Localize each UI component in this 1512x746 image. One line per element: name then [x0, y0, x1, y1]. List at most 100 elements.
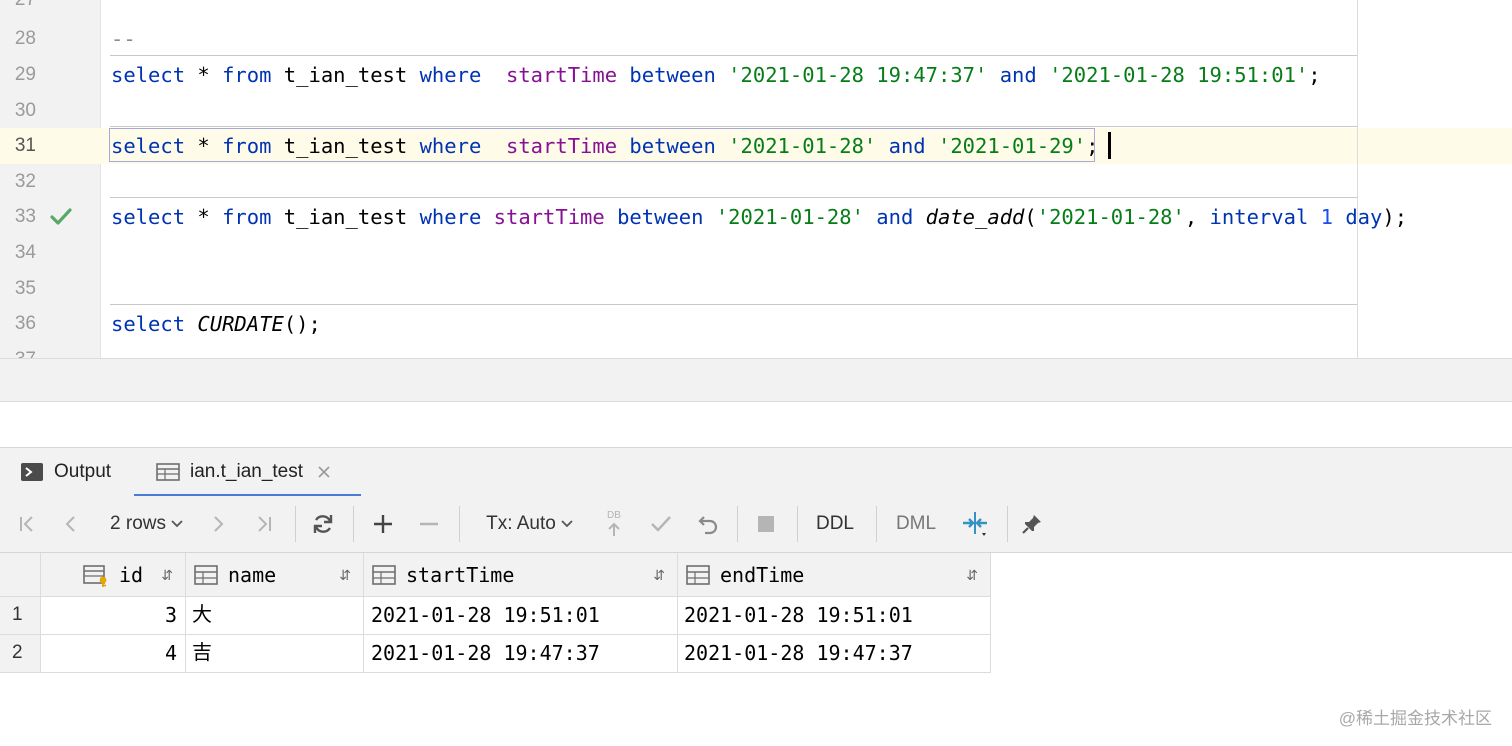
tab-result-table[interactable]: ian.t_ian_test — [134, 448, 361, 497]
submit-to-db-button[interactable]: DB — [598, 496, 630, 552]
editor-scroll-area[interactable] — [0, 358, 1512, 402]
chevron-right-icon — [214, 516, 224, 532]
code-token: , — [1184, 205, 1210, 229]
compare-button[interactable] — [958, 496, 992, 552]
close-icon[interactable] — [317, 465, 331, 479]
transaction-mode-dropdown[interactable]: Tx: Auto — [482, 496, 578, 552]
code-line-36[interactable]: 36 select CURDATE(); — [0, 306, 1512, 342]
undo-icon — [698, 516, 718, 535]
line-number: 27 — [0, 0, 36, 18]
chevron-down-icon — [561, 520, 573, 528]
line-number: 28 — [14, 28, 36, 49]
table-icon — [156, 463, 180, 481]
column-icon — [686, 565, 710, 585]
tab-output[interactable]: Output — [20, 448, 130, 496]
line-number: 36 — [14, 313, 36, 334]
code-token: * — [185, 63, 223, 87]
toolbar-separator — [876, 506, 877, 542]
sort-icon[interactable]: ⇵ — [339, 553, 351, 596]
code-line-28[interactable]: 28 -- — [0, 21, 1512, 57]
table-cell[interactable]: 2021-01-28 19:47:37 — [364, 635, 678, 673]
toolbar-separator — [295, 506, 296, 542]
rollback-button[interactable] — [692, 496, 724, 552]
arrow-up-icon — [608, 522, 620, 536]
dml-button[interactable]: DML — [889, 496, 943, 552]
add-row-button[interactable] — [368, 496, 398, 552]
code-token: from — [222, 63, 272, 87]
sort-icon[interactable]: ⇵ — [161, 553, 173, 596]
ddl-button[interactable]: DDL — [808, 496, 862, 552]
rows-count-dropdown[interactable]: 2 rows — [104, 496, 190, 552]
row-number[interactable]: 1 — [0, 597, 41, 635]
code-line-32[interactable]: 32 — [0, 164, 1512, 200]
previous-page-button[interactable] — [56, 496, 86, 552]
table-cell[interactable]: 4 — [41, 635, 186, 673]
code-line-35[interactable]: 35 — [0, 271, 1512, 307]
toolbar-separator — [737, 506, 738, 542]
table-cell[interactable]: 大 — [186, 597, 364, 635]
table-cell[interactable]: 3 — [41, 597, 186, 635]
row-number-header — [0, 553, 41, 597]
column-header-id[interactable]: id ⇵ — [41, 553, 186, 597]
chevron-left-icon — [65, 516, 75, 532]
code-token: interval — [1209, 205, 1309, 229]
column-header-name[interactable]: name ⇵ — [186, 553, 364, 597]
last-page-button[interactable] — [249, 496, 279, 552]
plus-icon — [374, 515, 392, 533]
db-badge: DB — [607, 510, 621, 521]
stop-button[interactable] — [751, 496, 781, 552]
code-token: where — [419, 63, 482, 87]
table-cell[interactable]: 2021-01-28 19:51:01 — [678, 597, 991, 635]
code-token: '2021-01-28' — [715, 205, 864, 229]
table-cell[interactable]: 2021-01-28 19:51:01 — [364, 597, 678, 635]
table-cell[interactable]: 2021-01-28 19:47:37 — [678, 635, 991, 673]
row-number[interactable]: 2 — [0, 635, 41, 673]
sort-icon[interactable]: ⇵ — [966, 553, 978, 596]
column-header-endtime[interactable]: endTime ⇵ — [678, 553, 991, 597]
code-token: between — [617, 205, 704, 229]
column-name: startTime — [406, 563, 515, 587]
comment-text: -- — [111, 27, 136, 51]
statement-separator — [110, 304, 1358, 305]
pin-tab-button[interactable] — [1016, 496, 1048, 552]
delete-row-button[interactable] — [414, 496, 444, 552]
line-number: 33 — [14, 206, 36, 227]
code-line-33[interactable]: 33 select * from t_ian_test where startT… — [0, 199, 1512, 235]
dml-label: DML — [895, 513, 937, 534]
check-icon[interactable] — [50, 207, 72, 227]
line-number: 31 — [14, 135, 36, 156]
code-token: * — [185, 205, 223, 229]
code-token: from — [222, 205, 272, 229]
right-margin-guide — [1357, 0, 1358, 362]
code-token: and — [999, 63, 1037, 87]
result-grid[interactable]: id ⇵ name ⇵ startTime ⇵ endTime ⇵ 1 3 大 … — [0, 553, 991, 673]
sort-icon[interactable]: ⇵ — [653, 553, 665, 596]
code-line-29[interactable]: 29 select * from t_ian_test where startT… — [0, 57, 1512, 93]
code-token: between — [629, 63, 716, 87]
first-page-button[interactable] — [12, 496, 42, 552]
sql-statement: select * from t_ian_test where startTime… — [111, 57, 1321, 93]
toolbar-separator — [459, 506, 460, 542]
compare-arrows-icon — [963, 512, 987, 536]
table-cell[interactable]: 吉 — [186, 635, 364, 673]
sql-editor[interactable]: 27 28 -- 29 select * from t_ian_test whe… — [0, 0, 1512, 362]
refresh-button[interactable] — [308, 496, 338, 552]
services-tab-bar: Output ian.t_ian_test — [0, 447, 1512, 497]
column-header-starttime[interactable]: startTime ⇵ — [364, 553, 678, 597]
next-page-button[interactable] — [203, 496, 233, 552]
code-token: select — [111, 205, 186, 229]
commit-button[interactable] — [646, 496, 676, 552]
code-token: ; — [1308, 63, 1321, 87]
toolbar-separator — [1007, 506, 1008, 542]
code-line-27[interactable]: 27 — [0, 0, 1512, 18]
rows-count-label: 2 rows — [110, 513, 166, 534]
code-line-30[interactable]: 30 — [0, 93, 1512, 129]
code-line-34[interactable]: 34 — [0, 235, 1512, 271]
primary-key-column-icon — [83, 565, 107, 587]
